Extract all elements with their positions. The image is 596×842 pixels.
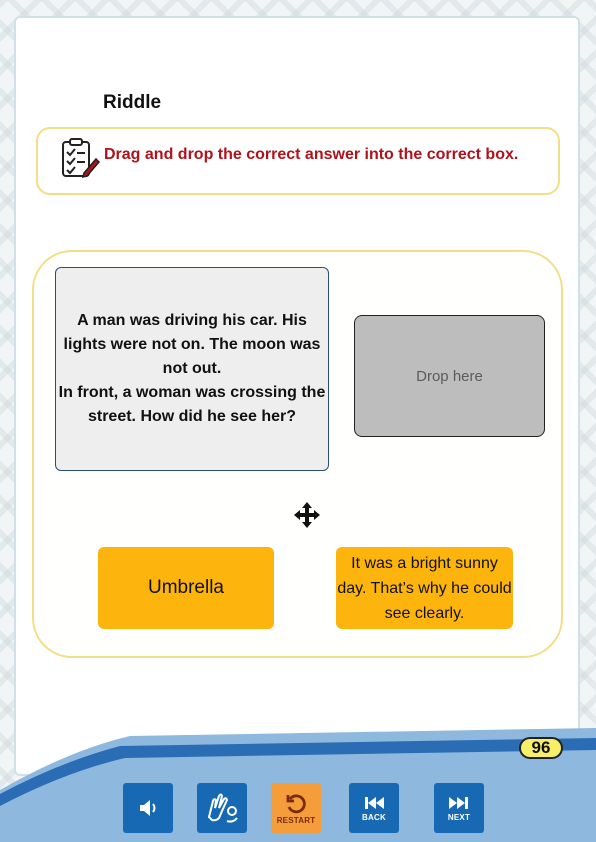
restart-label: RESTART: [276, 815, 316, 825]
back-label: BACK: [362, 812, 386, 822]
instruction-text: Drag and drop the correct answer into th…: [104, 146, 519, 163]
speaker-icon: [140, 800, 156, 816]
restart-button[interactable]: RESTART: [271, 783, 321, 833]
page-number: 96: [519, 737, 563, 759]
sign-language-icon: [207, 793, 238, 823]
drop-zone[interactable]: Drop here: [354, 315, 545, 437]
move-cursor-icon: [294, 502, 320, 528]
restart-icon: [286, 793, 306, 813]
answer-card-sunny-day[interactable]: It was a bright sunny day. That’s why he…: [336, 547, 513, 629]
next-label: NEXT: [447, 812, 471, 822]
sign-language-button[interactable]: [197, 783, 247, 833]
skip-forward-icon: [449, 796, 468, 809]
riddle-box: A man was driving his car. His lights we…: [55, 267, 329, 471]
riddle-text: A man was driving his car. His lights we…: [58, 312, 326, 425]
next-button[interactable]: NEXT: [434, 783, 484, 833]
audio-button[interactable]: [123, 783, 173, 833]
clipboard-checklist-icon: [62, 138, 100, 179]
answer-card-umbrella[interactable]: Umbrella: [98, 547, 274, 629]
back-button[interactable]: BACK: [349, 783, 399, 833]
instruction-box: Drag and drop the correct answer into th…: [36, 127, 560, 195]
skip-back-icon: [365, 796, 384, 809]
page-title: Riddle: [103, 92, 162, 113]
